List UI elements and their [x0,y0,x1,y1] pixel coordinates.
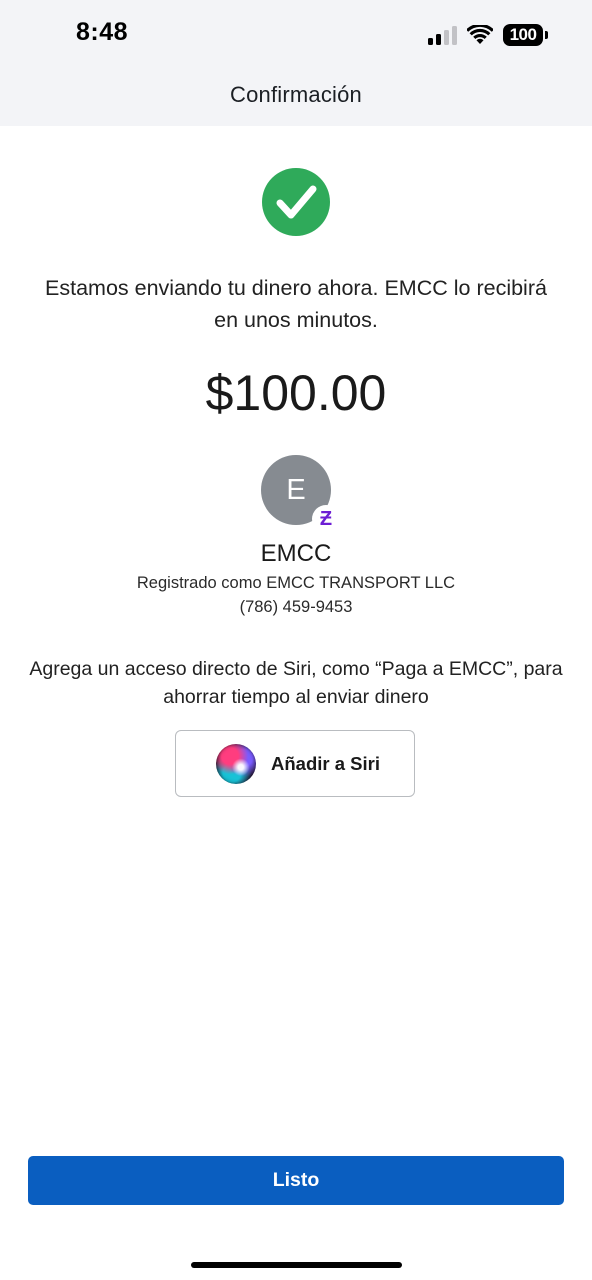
home-indicator[interactable] [191,1262,402,1268]
cellular-signal-icon [428,25,457,45]
wifi-icon [467,25,493,44]
confirmation-screen: 8:48 100 Confirmación Estamos enviando t… [0,0,592,1280]
zelle-logo-icon: Ƶ [312,505,340,533]
done-button[interactable]: Listo [28,1156,564,1205]
siri-icon [216,743,256,784]
status-time: 8:48 [76,18,129,46]
avatar-initial: E [286,473,306,506]
recipient-name: EMCC [260,540,332,567]
registered-name: Registrado como EMCC TRANSPORT LLC [136,574,456,592]
add-to-siri-label: Añadir a Siri [271,752,380,774]
amount-sent: $100.00 [205,365,387,421]
top-bar: 8:48 100 Confirmación [0,0,592,126]
page-title: Confirmación [229,82,362,107]
add-to-siri-button[interactable]: Añadir a Siri [175,730,415,797]
siri-shortcut-prompt: Agrega un acceso directo de Siri, como “… [29,658,563,708]
battery-level: 100 [509,25,537,44]
checkmark-icon [262,168,330,236]
status-icons: 100 [428,22,548,48]
battery-icon: 100 [503,24,548,46]
confirmation-message: Estamos enviando tu dinero ahora. EMCC l… [45,276,547,332]
recipient-phone: (786) 459-9453 [239,598,353,616]
